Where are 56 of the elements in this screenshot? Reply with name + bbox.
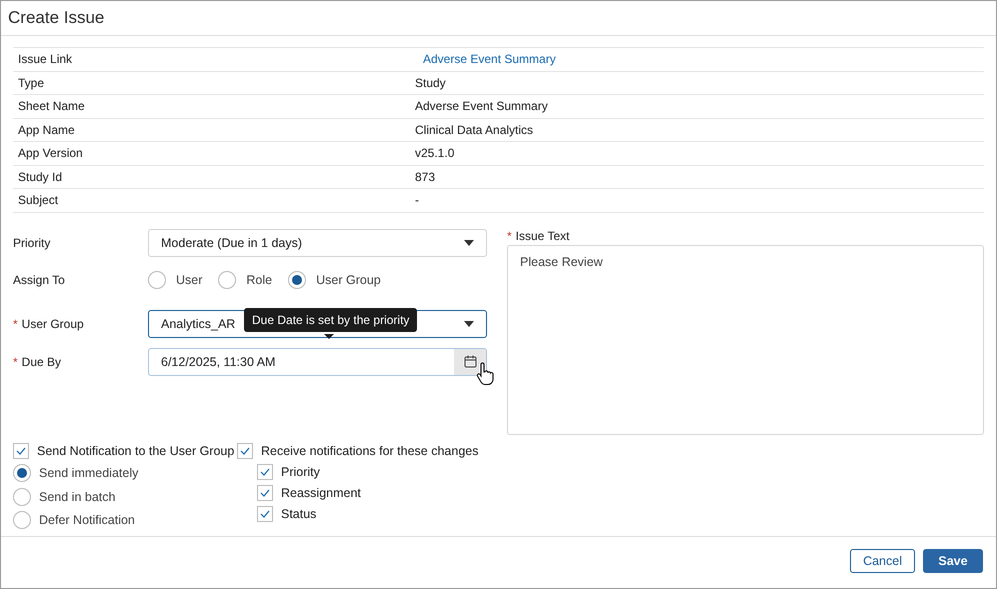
issue-text-area[interactable]: Please Review xyxy=(507,244,984,434)
checkbox-label: Status xyxy=(281,507,316,521)
check-icon xyxy=(260,510,270,518)
detail-value: - xyxy=(414,193,420,208)
check-icon xyxy=(260,489,270,497)
caret-icon xyxy=(464,321,474,327)
checkbox[interactable] xyxy=(13,443,29,459)
check-icon xyxy=(16,447,26,455)
field-label: * Issue Text xyxy=(507,228,570,242)
hand-cursor-icon xyxy=(476,362,494,386)
detail-label: App Version xyxy=(17,146,84,160)
radio-option[interactable]: Send immediately xyxy=(13,462,237,485)
field-label: Assign To xyxy=(13,273,66,287)
field-label: Priority xyxy=(13,236,52,250)
radio-option[interactable]: User xyxy=(148,271,202,289)
radio-option[interactable]: Role xyxy=(218,271,272,289)
detail-value: Adverse Event Summary xyxy=(414,99,549,114)
window-title: Create Issue xyxy=(8,8,104,28)
save-button[interactable]: Save xyxy=(923,548,983,572)
checkbox[interactable] xyxy=(237,443,253,459)
tooltip: Due Date is set by the priority xyxy=(244,308,418,332)
caret-icon xyxy=(464,240,474,246)
calendar-icon xyxy=(464,355,476,368)
checkbox[interactable] xyxy=(257,464,273,480)
issue-link[interactable]: Adverse Event Summary xyxy=(410,52,556,66)
check-icon xyxy=(260,468,270,476)
tooltip-arrow-icon xyxy=(324,334,334,338)
detail-value: v25.1.0 xyxy=(414,146,456,160)
required-mark: * xyxy=(13,317,18,331)
date-field[interactable]: 6/12/2025, 11:30 AM xyxy=(148,348,487,376)
detail-label: Sheet Name xyxy=(17,99,86,114)
detail-label: Study Id xyxy=(17,170,64,184)
detail-label: Issue Link xyxy=(17,52,74,66)
radio-option[interactable]: Defer Notification xyxy=(13,508,237,532)
detail-value: Clinical Data Analytics xyxy=(414,122,534,137)
priority-select[interactable]: Moderate (Due in 1 days) xyxy=(148,228,487,256)
checkbox-label: Send Notification to the User Group xyxy=(37,444,234,458)
checkbox-label: Priority xyxy=(281,465,320,479)
checkbox-label: Reassignment xyxy=(281,486,361,500)
detail-label: Type xyxy=(17,76,46,90)
detail-label: Subject xyxy=(17,193,60,208)
radio-option[interactable]: User Group xyxy=(288,271,381,289)
detail-value: Study xyxy=(414,76,447,90)
calendar-button[interactable] xyxy=(454,348,486,374)
checkbox[interactable] xyxy=(257,506,273,522)
checkbox[interactable] xyxy=(257,485,273,501)
checkbox-label: Receive notifications for these changes xyxy=(261,444,478,458)
required-mark: * xyxy=(507,228,512,242)
detail-label: App Name xyxy=(17,122,76,137)
field-label: * Due By xyxy=(13,354,62,368)
cancel-button[interactable]: Cancel xyxy=(850,548,915,572)
radio-option[interactable]: Send in batch xyxy=(13,485,237,508)
detail-value: 873 xyxy=(414,170,436,184)
field-label: * User Group xyxy=(13,317,85,331)
required-mark: * xyxy=(13,354,18,368)
check-icon xyxy=(240,447,250,455)
